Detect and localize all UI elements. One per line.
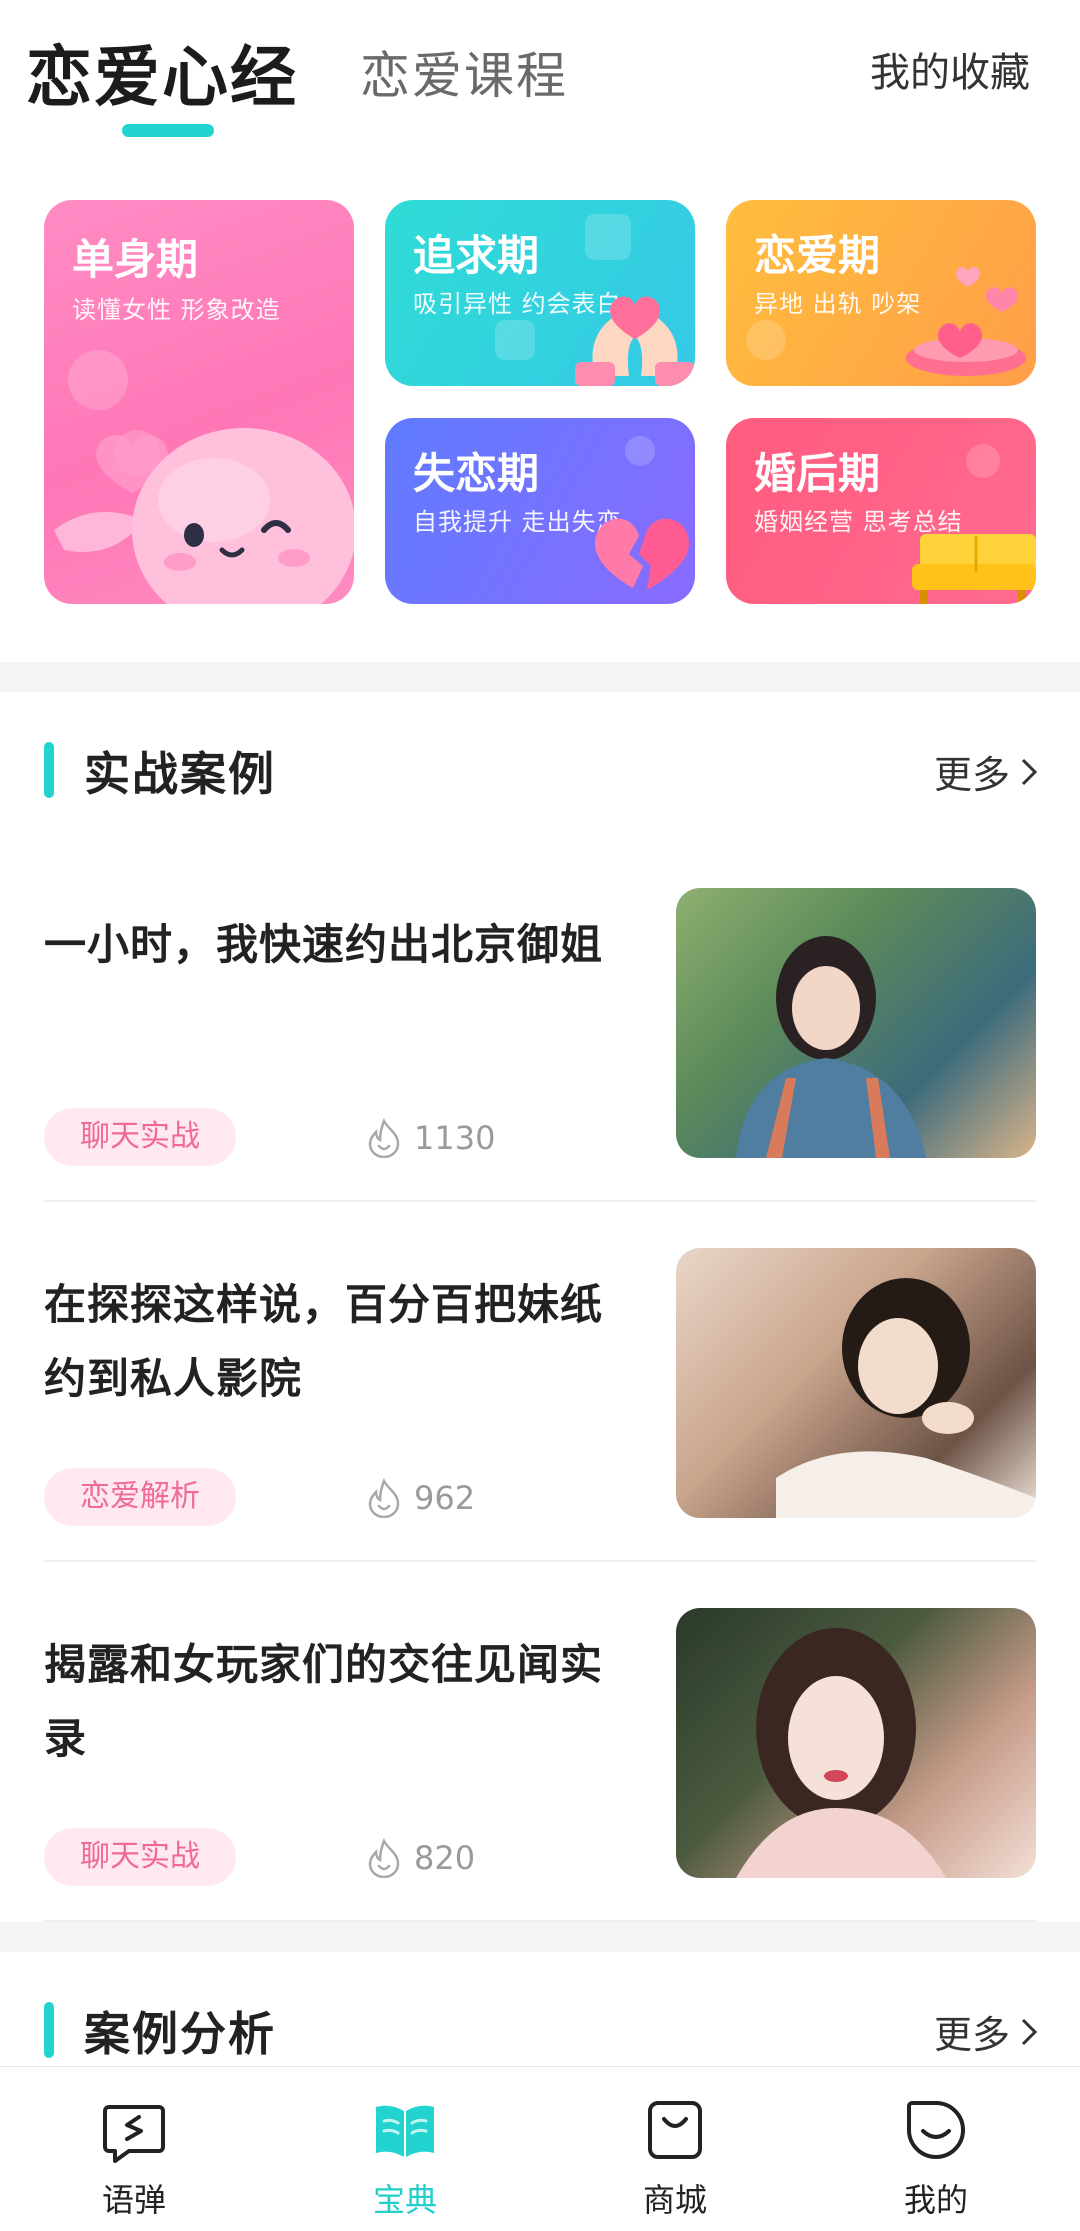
view-count: 1130 (366, 1110, 495, 1166)
category-title: 恋爱期 (754, 231, 881, 280)
chevron-right-icon (1021, 2018, 1038, 2045)
nav-label: 商城 (642, 2181, 707, 2219)
more-button[interactable]: 更多 (934, 744, 1038, 799)
row-divider (44, 1560, 1036, 1562)
category-grid: 单身期 读懂女性 形象改造 追求期 吸引异性 约会表白 恋爱期 异地 出轨 吵架… (44, 200, 1036, 604)
category-card-dating[interactable]: 恋爱期 异地 出轨 吵架 (726, 200, 1036, 386)
more-label: 更多 (933, 2013, 1010, 2057)
nav-item-profile[interactable]: 我的 (836, 2097, 1036, 2221)
view-count: 962 (366, 1470, 475, 1526)
mascot-illustration (54, 428, 354, 604)
photo-placeholder (776, 1278, 1036, 1518)
bottom-navigation: 语弹 宝典 商城 我的 (0, 2066, 1080, 2231)
row-divider (44, 1200, 1036, 1202)
tab-love-tips[interactable]: 恋爱心经 (26, 24, 298, 120)
section-header-analysis: 案例分析 更多 (0, 1990, 1080, 2070)
article-thumbnail (676, 1608, 1036, 1878)
article-tag: 聊天实战 (44, 1108, 236, 1166)
view-count-value: 820 (414, 1839, 476, 1877)
heart-hands-illustration (575, 296, 695, 386)
nav-label: 我的 (903, 2181, 968, 2219)
category-card-single[interactable]: 单身期 读懂女性 形象改造 (44, 200, 354, 604)
article-row[interactable]: 一小时，我快速约出北京御姐 聊天实战 1130 (44, 888, 1036, 1188)
chevron-right-icon (1021, 758, 1038, 785)
section-title: 案例分析 (84, 2007, 276, 2061)
article-title: 揭露和女玩家们的交往见闻实录 (44, 1640, 604, 1763)
active-tab-indicator (122, 124, 214, 137)
book-icon (376, 2105, 434, 2157)
hearts-illustration (906, 266, 1026, 376)
section-accent-bar (44, 2002, 54, 2058)
photo-placeholder (736, 1628, 946, 1878)
top-tab-bar: 恋爱心经 恋爱课程 我的收藏 (0, 0, 1080, 150)
category-title: 追求期 (413, 231, 540, 280)
view-count: 820 (366, 1830, 475, 1886)
nav-item-guide[interactable]: 宝典 (305, 2097, 505, 2221)
nav-item-quotes[interactable]: 语弹 (34, 2097, 234, 2221)
nav-item-shop[interactable]: 商城 (575, 2097, 775, 2221)
category-title: 失恋期 (413, 449, 540, 498)
section-header-cases: 实战案例 更多 (0, 730, 1080, 810)
my-favorites-link[interactable]: 我的收藏 (870, 40, 1030, 98)
more-label: 更多 (933, 753, 1010, 797)
article-thumbnail (676, 1248, 1036, 1518)
category-card-married[interactable]: 婚后期 婚姻经营 思考总结 (726, 418, 1036, 604)
smile-face-icon (907, 2101, 965, 2159)
photo-placeholder (736, 936, 926, 1158)
tab-love-courses[interactable]: 恋爱课程 (360, 36, 568, 108)
nav-label: 宝典 (372, 2181, 437, 2219)
category-card-pursuit[interactable]: 追求期 吸引异性 约会表白 (385, 200, 695, 386)
article-tag: 恋爱解析 (44, 1468, 236, 1526)
section-title: 实战案例 (84, 747, 276, 801)
article-tag: 聊天实战 (44, 1828, 236, 1886)
chat-bubble-icon (103, 2105, 165, 2163)
article-thumbnail (676, 888, 1036, 1158)
flame-icon (368, 1838, 400, 1878)
broken-heart-illustration (595, 518, 689, 590)
shopping-bag-icon (648, 2101, 702, 2159)
article-row[interactable]: 在探探这样说，百分百把妹纸约到私人影院 恋爱解析 962 (44, 1248, 1036, 1548)
section-divider (0, 1922, 1080, 1952)
section-accent-bar (44, 742, 54, 798)
flame-icon (368, 1478, 400, 1518)
more-button[interactable]: 更多 (934, 2004, 1038, 2059)
article-title: 在探探这样说，百分百把妹纸约到私人影院 (44, 1280, 604, 1403)
article-row[interactable]: 揭露和女玩家们的交往见闻实录 聊天实战 820 (44, 1608, 1036, 1908)
category-card-breakup[interactable]: 失恋期 自我提升 走出失恋 (385, 418, 695, 604)
category-title: 婚后期 (754, 449, 881, 498)
section-divider (0, 662, 1080, 692)
nav-label: 语弹 (101, 2181, 166, 2219)
view-count-value: 962 (414, 1479, 476, 1517)
article-title: 一小时，我快速约出北京御姐 (44, 920, 604, 969)
flame-icon (368, 1118, 400, 1158)
sofa-illustration (912, 534, 1036, 604)
view-count-value: 1130 (414, 1119, 496, 1157)
